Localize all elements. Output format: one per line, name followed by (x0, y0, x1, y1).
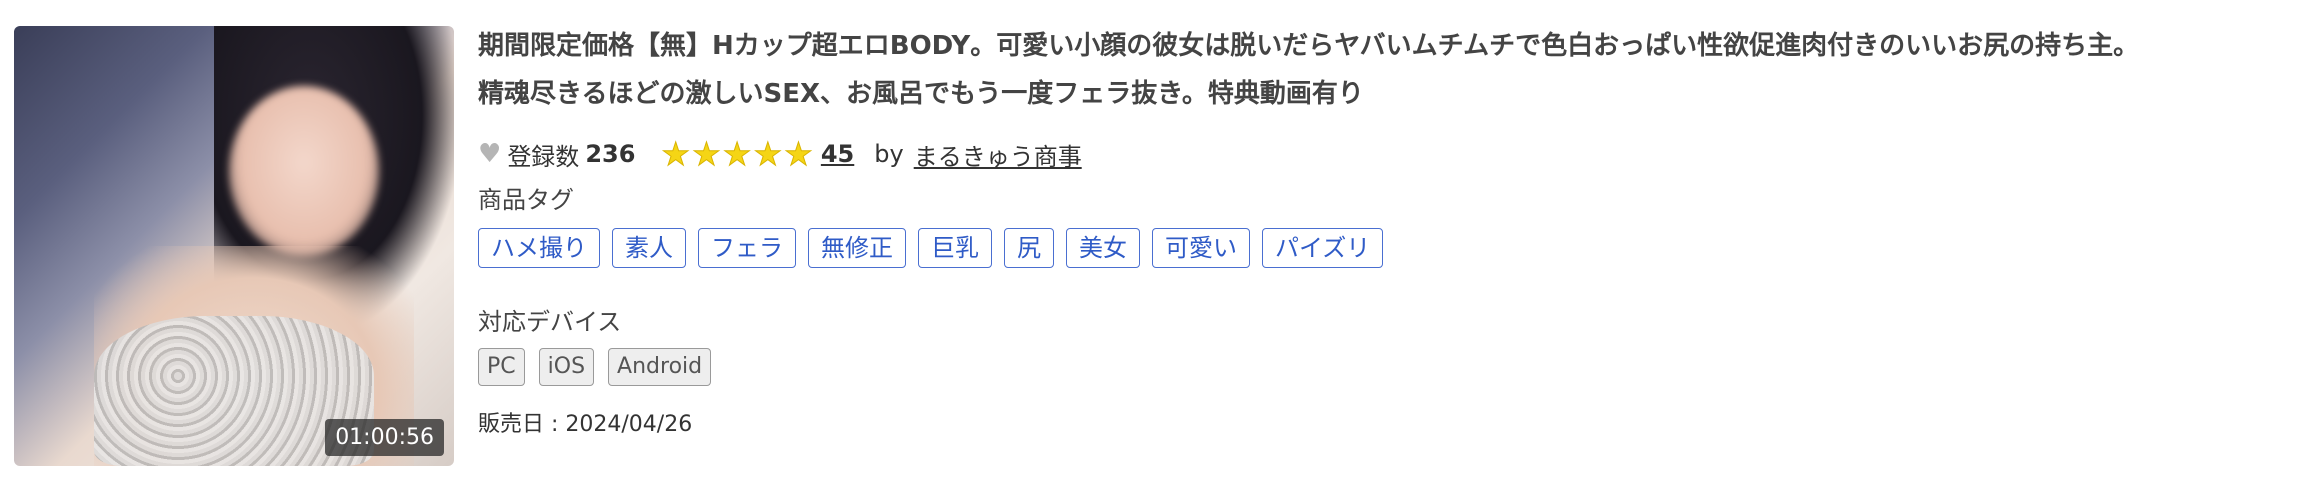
heart-icon[interactable]: ♥ (478, 139, 501, 169)
star-icon: ★ (661, 135, 691, 173)
tag-list: ハメ撮り 素人 フェラ 無修正 巨乳 尻 美女 可愛い パイズリ (478, 228, 1384, 268)
tag-item[interactable]: フェラ (698, 228, 796, 268)
title-line-1[interactable]: 期間限定価格【無】Hカップ超エロBODY。可愛い小顔の彼女は脱いだらヤバいムチム… (478, 22, 2308, 70)
thumbnail-face-blur (229, 86, 379, 256)
video-duration-badge: 01:00:56 (325, 419, 444, 456)
product-meta-row: ♥ 登録数 236 ★ ★ ★ ★ ★ 45 by まるきゅう商事 (478, 134, 1082, 174)
product-title[interactable]: 期間限定価格【無】Hカップ超エロBODY。可愛い小顔の彼女は脱いだらヤバいムチム… (478, 22, 2308, 118)
tag-item[interactable]: 無修正 (808, 228, 906, 268)
star-icon: ★ (722, 135, 752, 173)
favorites-count: 236 (585, 140, 636, 168)
star-icon: ★ (784, 135, 814, 173)
tag-item[interactable]: 可愛い (1152, 228, 1250, 268)
tag-item[interactable]: パイズリ (1262, 228, 1384, 268)
star-icon: ★ (692, 135, 722, 173)
rating-stars: ★ ★ ★ ★ ★ (661, 135, 814, 173)
favorites-label: 登録数 (507, 142, 580, 171)
tag-item[interactable]: 美女 (1066, 228, 1140, 268)
tag-item[interactable]: 巨乳 (918, 228, 992, 268)
device-badge: iOS (538, 348, 595, 386)
device-badge: PC (478, 348, 525, 386)
device-list: PC iOS Android (478, 348, 712, 386)
devices-section-label: 対応デバイス (478, 308, 622, 336)
rating-count-link[interactable]: 45 (821, 140, 854, 168)
by-label: by (874, 140, 904, 168)
product-thumbnail[interactable]: 01:00:56 (14, 26, 454, 466)
title-line-2[interactable]: 精魂尽きるほどの激しいSEX、お風呂でもう一度フェラ抜き。特典動画有り (478, 70, 2308, 118)
star-icon: ★ (753, 135, 783, 173)
release-date: 販売日 : 2024/04/26 (478, 412, 693, 437)
device-badge: Android (608, 348, 712, 386)
tag-item[interactable]: ハメ撮り (478, 228, 600, 268)
tag-item[interactable]: 尻 (1004, 228, 1054, 268)
tag-item[interactable]: 素人 (612, 228, 686, 268)
tags-section-label: 商品タグ (478, 186, 574, 214)
seller-link[interactable]: まるきゅう商事 (914, 137, 1082, 172)
